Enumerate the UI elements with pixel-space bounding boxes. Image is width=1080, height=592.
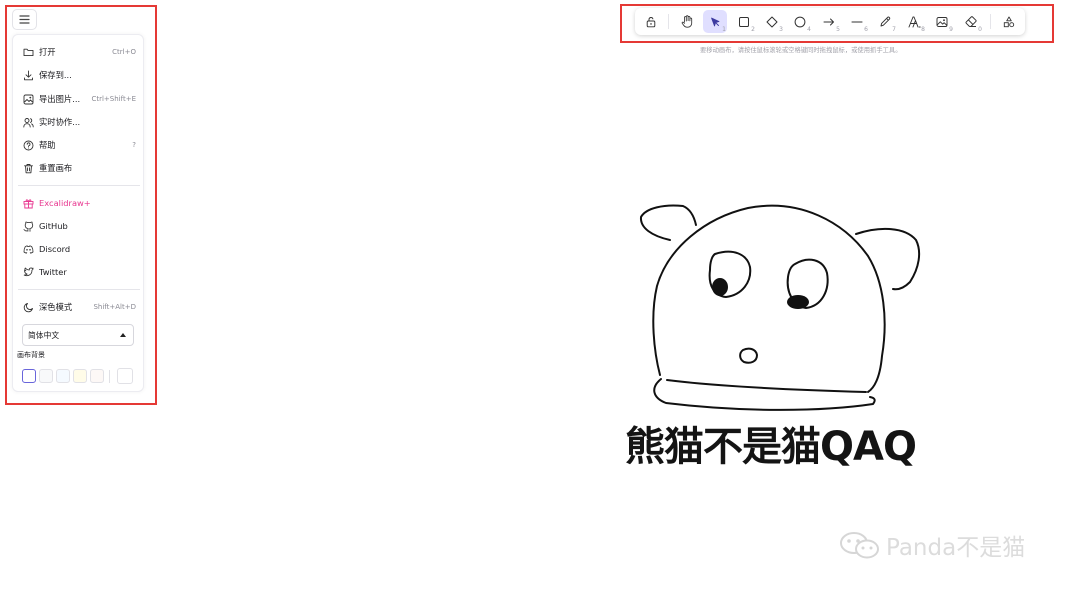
panda-right-ear — [855, 227, 921, 291]
canvas-caption-text[interactable]: 熊猫不是猫QAQ — [625, 421, 917, 473]
panda-base — [653, 378, 876, 411]
watermark-text: Panda不是猫 — [886, 535, 1026, 561]
canvas-drawing — [639, 204, 921, 411]
panda-head — [652, 204, 886, 393]
panda-right-pupil — [787, 295, 809, 309]
panda-bottom-rim — [666, 379, 867, 393]
panda-mouth — [739, 347, 758, 364]
panda-left-pupil — [712, 278, 728, 296]
panda-left-ear — [639, 204, 697, 241]
watermark: Panda不是猫 — [838, 528, 1025, 562]
wechat-icon — [840, 532, 879, 559]
